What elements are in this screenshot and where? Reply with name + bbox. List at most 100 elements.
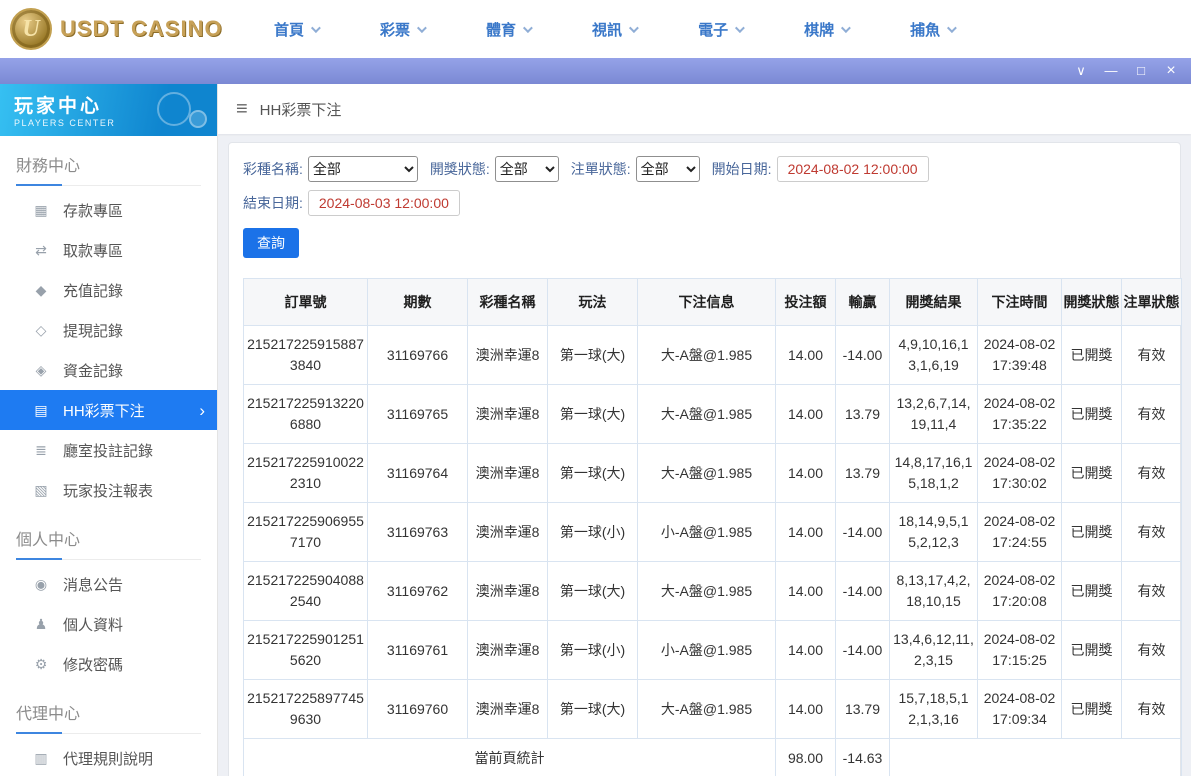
window-minimize-button[interactable]: — <box>1099 58 1123 84</box>
draw-status-select[interactable]: 全部 <box>494 156 559 182</box>
nav-item-label: 體育 <box>486 21 517 39</box>
withdrawal-records-icon: ◇ <box>35 321 47 338</box>
sidebar-item-agent-rules[interactable]: ▥ 代理規則說明 <box>0 738 217 776</box>
sidebar-item-room-bet-records[interactable]: ≣ 廳室投註記錄 <box>0 430 217 470</box>
sidebar-item-label: 存款專區 <box>63 202 124 220</box>
sidebar-item-hh-lottery-bets[interactable]: ▤ HH彩票下注 › <box>0 390 217 430</box>
nav-item-lottery[interactable]: 彩票 <box>380 19 427 40</box>
table-cell: 大-A盤@1.985 <box>637 679 776 739</box>
player-bet-report-icon: ▧ <box>34 481 48 498</box>
table-header-cell: 開獎結果 <box>889 278 978 326</box>
sidebar-item-withdrawal-records[interactable]: ◇ 提現記錄 <box>0 310 217 350</box>
table-row: 2152172259132206880 31169765 澳洲幸運8 第一球(大) 大-… <box>243 384 1182 444</box>
start-date-label: 開始日期: <box>711 161 772 177</box>
nav-item-label: 電子 <box>698 21 729 39</box>
logo-text: USDT CASINO <box>60 16 223 41</box>
start-date-input[interactable] <box>776 156 929 182</box>
table-cell: 小-A盤@1.985 <box>637 620 776 680</box>
nav-item-home[interactable]: 首頁 <box>274 19 321 40</box>
sidebar: 玩家中心 PLAYERS CENTER 財務中心 ▦ 存款專區 ⇄ 取款專區 ◆ 充值記錄 ◇… <box>0 84 218 776</box>
table-cell: 2152172259040882540 <box>243 561 368 621</box>
window-titlebar: ∨ — □ × <box>0 58 1191 84</box>
sidebar-item-label: 個人資料 <box>63 616 124 634</box>
sidebar-item-deposit[interactable]: ▦ 存款專區 <box>0 190 217 230</box>
sidebar-item-recharge-records[interactable]: ◆ 充值記錄 <box>0 270 217 310</box>
table-cell: 31169766 <box>367 325 468 385</box>
nav-item-sports[interactable]: 體育 <box>486 19 533 40</box>
table-row: 2152172259069557170 31169763 澳洲幸運8 第一球(小) 小-… <box>243 502 1182 562</box>
table-header-cell: 投注額 <box>775 278 836 326</box>
table-row: 2152172259100222310 31169764 澳洲幸運8 第一球(大) 大-… <box>243 443 1182 503</box>
sidebar-item-label: HH彩票下注 <box>63 402 145 420</box>
sidebar-item-label: 取款專區 <box>63 242 124 260</box>
chips-decoration <box>157 92 191 126</box>
table-cell: 31169761 <box>367 620 468 680</box>
table-cell: -14.00 <box>835 502 890 562</box>
table-header-cell: 彩種名稱 <box>467 278 548 326</box>
table-cell: 2024-08-02 17:15:25 <box>977 620 1062 680</box>
hh-lottery-bets-icon: ▤ <box>34 401 48 418</box>
table-cell: 第一球(大) <box>547 384 638 444</box>
page-title: HH彩票下注 <box>259 101 342 119</box>
window-collapse-button[interactable]: ∨ <box>1069 58 1093 84</box>
table-cell: -14.00 <box>835 620 890 680</box>
nav-item-slots[interactable]: 電子 <box>698 19 745 40</box>
table-cell: 14,8,17,16,15,18,1,2 <box>889 443 978 503</box>
nav-item-label: 彩票 <box>380 21 411 39</box>
summary-row: 當前頁統計 98.00 -14.63 <box>243 738 1182 776</box>
sidebar-item-withdraw[interactable]: ⇄ 取款專區 <box>0 230 217 270</box>
bets-table: 訂單號 期數 彩種名稱 玩法 下注信息 投注額 輸贏 開獎結果 下注時間 開獎狀態 注單狀態 215… <box>243 278 1182 776</box>
table-cell: 13.79 <box>835 443 890 503</box>
sidebar-item-label: 代理規則說明 <box>63 750 154 768</box>
table-cell: 已開獎 <box>1061 620 1122 680</box>
table-header-cell: 下注信息 <box>637 278 776 326</box>
order-status-select[interactable]: 全部 <box>635 156 700 182</box>
table-header-cell: 玩法 <box>547 278 638 326</box>
nav-item-live[interactable]: 視訊 <box>592 19 639 40</box>
chevron-down-icon <box>416 22 427 33</box>
menu-toggle-icon[interactable]: ≡ <box>236 99 248 119</box>
sidebar-item-funds-records[interactable]: ◈ 資金記錄 <box>0 350 217 390</box>
nav-item-cards[interactable]: 棋牌 <box>804 19 851 40</box>
window-maximize-button[interactable]: □ <box>1129 58 1153 84</box>
table-cell: 有效 <box>1121 502 1182 562</box>
sidebar-item-announcements[interactable]: ◉ 消息公告 <box>0 564 217 604</box>
logo-icon: U <box>10 8 52 50</box>
sidebar-item-label: 玩家投注報表 <box>63 482 154 500</box>
sidebar-menu: 財務中心 ▦ 存款專區 ⇄ 取款專區 ◆ 充值記錄 ◇ 提現記錄 ◈ 資金記錄 ▤ HH彩票下注 › ≣ 廳室… <box>0 152 217 776</box>
table-cell: 14.00 <box>775 325 836 385</box>
content-card: 彩種名稱: 全部 開獎狀態: 全部 注單狀態: 全部 開始日期: 2024-08… <box>228 142 1182 776</box>
table-cell: 有效 <box>1121 561 1182 621</box>
end-date-filter: 結束日期: <box>243 190 460 216</box>
nav-item-label: 首頁 <box>274 21 305 39</box>
logo[interactable]: U USDT CASINO <box>10 8 232 50</box>
table-cell: 第一球(大) <box>547 679 638 739</box>
table-cell: 大-A盤@1.985 <box>637 561 776 621</box>
sidebar-section-title: 代理中心 <box>16 700 201 734</box>
table-row: 2152172259012515620 31169761 澳洲幸運8 第一球(小) 小-… <box>243 620 1182 680</box>
table-cell: 2024-08-02 17:39:48 <box>977 325 1062 385</box>
sidebar-item-change-password[interactable]: ⚙ 修改密碼 <box>0 644 217 684</box>
nav-item-label: 捕魚 <box>910 21 941 39</box>
chevron-down-icon <box>841 22 851 33</box>
change-password-icon: ⚙ <box>34 655 48 672</box>
chevron-down-icon <box>735 22 745 33</box>
filter-bar: 彩種名稱: 全部 開獎狀態: 全部 注單狀態: 全部 開始日期: 2024-08… <box>243 156 1166 216</box>
sidebar-item-player-bet-report[interactable]: ▧ 玩家投注報表 <box>0 470 217 510</box>
nav-item-fishing[interactable]: 捕魚 <box>910 19 957 40</box>
window-close-button[interactable]: × <box>1159 58 1183 84</box>
nav-item-label: 棋牌 <box>804 21 835 39</box>
table-cell: 14.00 <box>775 561 836 621</box>
end-date-input[interactable] <box>307 190 460 216</box>
table-cell: 有效 <box>1121 620 1182 680</box>
table-cell: 澳洲幸運8 <box>467 679 548 739</box>
search-button[interactable]: 查詢 <box>243 228 299 258</box>
page-topbar: ≡ HH彩票下注 <box>218 84 1191 134</box>
table-cell: 2152172259100222310 <box>243 443 368 503</box>
sidebar-item-profile[interactable]: ♟ 個人資料 <box>0 604 217 644</box>
table-cell: 2152172259132206880 <box>243 384 368 444</box>
summary-empty-cell <box>889 738 1182 776</box>
table-header-cell: 下注時間 <box>977 278 1062 326</box>
lottery-select[interactable]: 全部 <box>307 156 418 182</box>
table-cell: 大-A盤@1.985 <box>637 384 776 444</box>
